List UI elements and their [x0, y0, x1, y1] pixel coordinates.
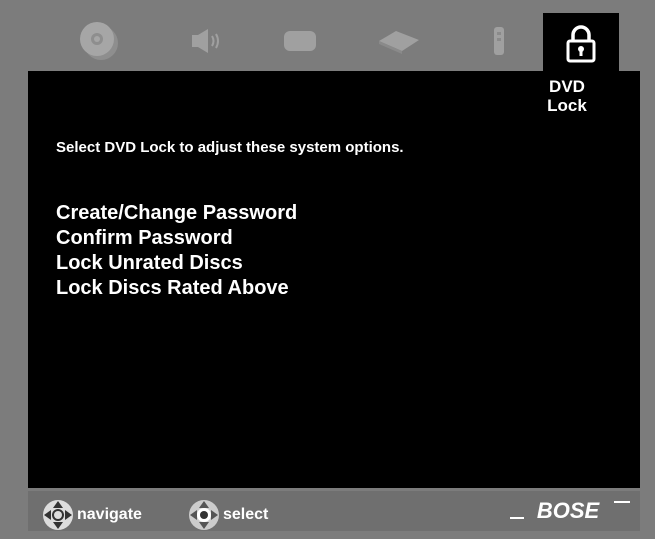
tab-disc[interactable] — [68, 10, 130, 72]
menu-item-lock-discs-rated-above[interactable]: Lock Discs Rated Above — [56, 276, 297, 301]
bose-logo: BOSE — [510, 499, 630, 523]
footer-bar: navigate select BOSE — [28, 491, 640, 531]
navigate-hint: navigate — [42, 499, 142, 531]
main-panel: DVD Lock Select DVD Lock to adjust these… — [28, 71, 640, 488]
tab-remote[interactable] — [468, 10, 530, 72]
screen-icon — [284, 31, 316, 51]
tab-video[interactable] — [269, 10, 331, 72]
dpad-select-icon — [189, 500, 219, 530]
menu-item-create-change-password[interactable]: Create/Change Password — [56, 201, 297, 226]
select-hint: select — [188, 499, 268, 531]
disc-icon — [80, 22, 118, 60]
tab-audio[interactable] — [173, 10, 235, 72]
lock-icon — [566, 25, 596, 63]
options-menu: Create/Change Password Confirm Password … — [56, 201, 297, 301]
tab-dvd-lock[interactable] — [543, 13, 619, 75]
navigate-label: navigate — [77, 506, 142, 523]
speaker-icon — [192, 29, 219, 53]
dpad-navigate-icon — [43, 500, 73, 530]
icon-bar — [28, 10, 638, 75]
remote-icon — [494, 27, 504, 55]
console-icon — [379, 31, 419, 54]
menu-item-confirm-password[interactable]: Confirm Password — [56, 226, 297, 251]
active-tab-title: DVD Lock — [547, 77, 587, 115]
menu-frame: DVD Lock Select DVD Lock to adjust these… — [0, 0, 655, 539]
brand-logo-text: BOSE — [537, 499, 601, 523]
select-label: select — [223, 506, 269, 523]
menu-item-lock-unrated-discs[interactable]: Lock Unrated Discs — [56, 251, 297, 276]
tab-system[interactable] — [368, 10, 430, 72]
instructions-text: Select DVD Lock to adjust these system o… — [56, 139, 404, 156]
